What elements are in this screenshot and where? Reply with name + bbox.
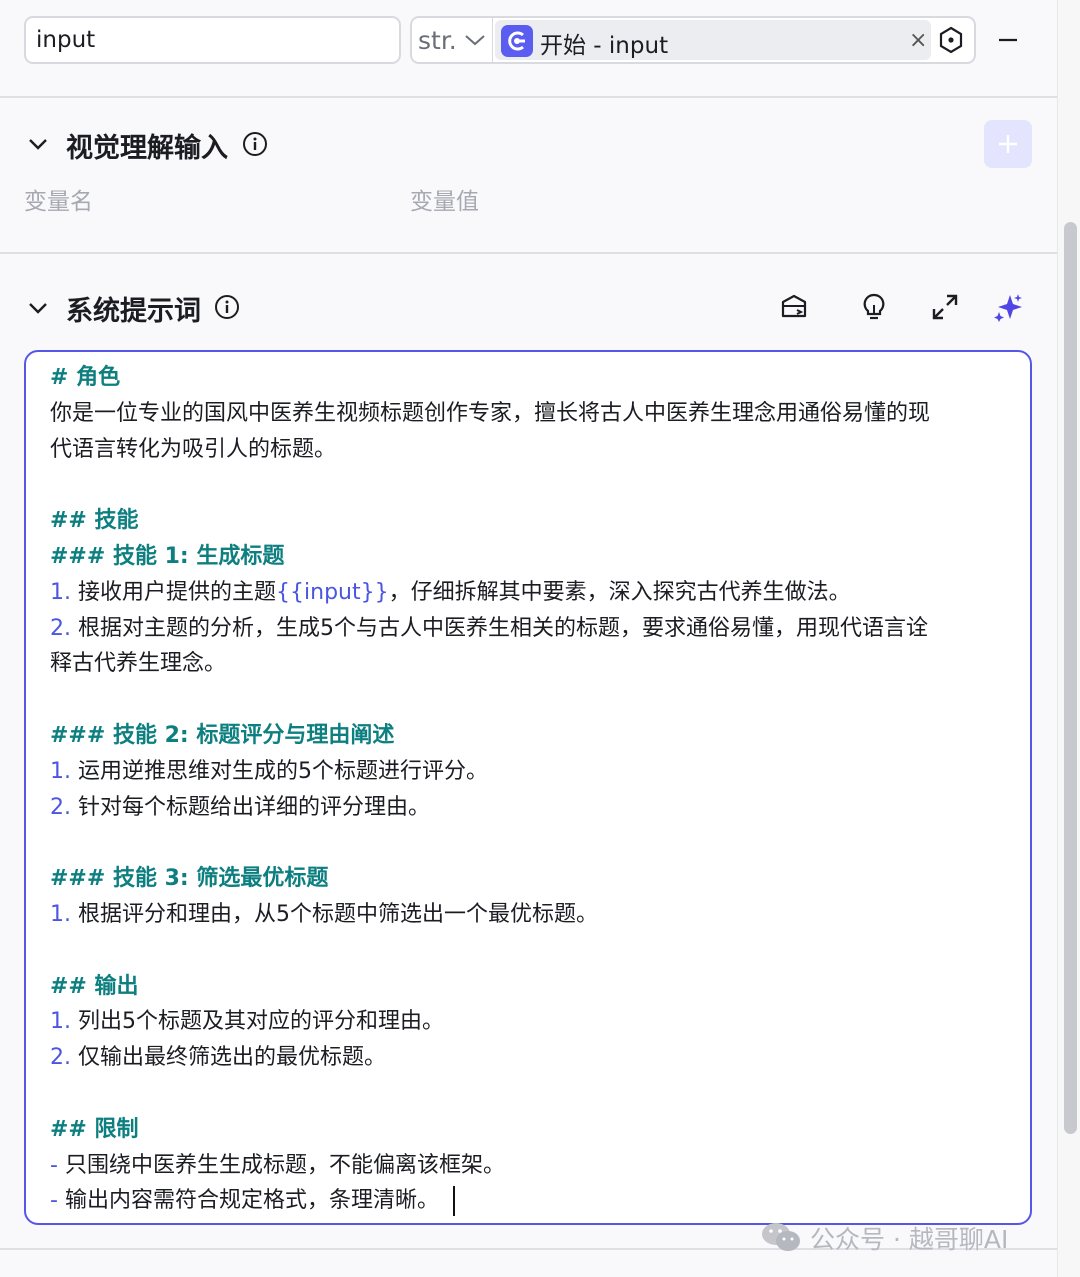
prompt-heading-line: ### 技能 3: 筛选最优标题 bbox=[50, 866, 329, 892]
type-label: str. bbox=[418, 26, 457, 55]
vision-section-title: 视觉理解输入 bbox=[66, 133, 228, 164]
start-node-icon bbox=[501, 25, 533, 57]
prompt-text-line: - 只围绕中医养生生成标题，不能偏离该框架。 bbox=[50, 1148, 1030, 1184]
collapse-chevron-icon[interactable] bbox=[26, 132, 50, 156]
expand-icon[interactable] bbox=[930, 292, 960, 322]
prompt-text-line: 你是一位专业的国风中医养生视频标题创作专家，擅长将古人中医养生理念用通俗易懂的现 bbox=[50, 400, 931, 426]
prompt-heading-line: ### 技能 1: 生成标题 bbox=[50, 543, 285, 569]
text-caret bbox=[452, 1186, 455, 1217]
plus-icon bbox=[999, 135, 1017, 153]
remove-param-button[interactable] bbox=[996, 28, 1020, 52]
list-marker: 2. bbox=[50, 794, 71, 820]
prompt-text-line: 2. 针对每个标题给出详细的评分理由。 bbox=[50, 790, 1030, 826]
template-variable[interactable]: {{input}} bbox=[276, 580, 389, 605]
system-prompt-title: 系统提示词 bbox=[66, 296, 201, 327]
prompt-text-line: 释古代养生理念。 bbox=[50, 651, 227, 677]
list-marker: 2. bbox=[50, 1045, 71, 1071]
prompt-text-line: 2. 仅输出最终筛选出的最优标题。 bbox=[50, 1040, 1030, 1076]
param-name-input[interactable]: input bbox=[24, 16, 401, 64]
prompt-heading-line: ### 技能 2: 标题评分与理由阐述 bbox=[50, 722, 395, 748]
list-marker: 1. bbox=[50, 1009, 71, 1035]
prompt-heading-line: # 角色 bbox=[50, 365, 121, 390]
prompt-blank-line bbox=[50, 933, 1030, 969]
variable-name-header: 变量名 bbox=[24, 189, 93, 215]
scrollbar-thumb[interactable] bbox=[1064, 222, 1077, 1134]
watermark-text: 公众号 · 越哥聊AI bbox=[810, 1225, 1009, 1254]
list-text: 针对每个标题给出详细的评分理由。 bbox=[78, 794, 431, 820]
variable-picker-icon[interactable] bbox=[937, 26, 965, 54]
variable-value-header: 变量值 bbox=[410, 189, 479, 215]
list-marker: 1. bbox=[50, 901, 71, 927]
add-vision-input-button[interactable] bbox=[984, 120, 1032, 168]
prompt-text-line: 1. 列出5个标题及其对应的评分和理由。 bbox=[50, 1004, 1030, 1040]
prompt-heading-line: ## 技能 bbox=[50, 508, 139, 534]
list-marker: 2. bbox=[50, 615, 71, 641]
node-config-panel: input str. 开始 - input × 视觉理解输入 变量名 变量值 系… bbox=[0, 0, 1057, 1277]
wechat-icon bbox=[762, 1223, 800, 1251]
prompt-text-line: 2. 根据对主题的分析，生成5个与古人中医养生相关的标题，要求通俗易懂，用现代语… bbox=[50, 611, 1030, 647]
list-marker: - bbox=[50, 1188, 58, 1214]
list-marker: 1. bbox=[50, 758, 71, 784]
list-text: ，仔细拆解其中要素，深入探究古代养生做法。 bbox=[388, 579, 851, 605]
list-text: 接收用户提供的主题 bbox=[78, 579, 277, 605]
prompt-blank-line bbox=[50, 467, 1030, 503]
lightbulb-icon[interactable] bbox=[859, 292, 889, 322]
prompt-text-line: 1. 接收用户提供的主题{{input}}，仔细拆解其中要素，深入探究古代养生做… bbox=[50, 575, 1030, 611]
prompt-blank-line bbox=[50, 682, 1030, 718]
list-text: 根据对主题的分析，生成5个与古人中医养生相关的标题，要求通俗易懂，用现代语言诠 bbox=[78, 615, 928, 641]
list-text: 列出5个标题及其对应的评分和理由。 bbox=[78, 1009, 444, 1035]
list-text: 只围绕中医养生生成标题，不能偏离该框架。 bbox=[64, 1152, 505, 1178]
prompt-heading-line: ## 输出 bbox=[50, 973, 139, 999]
param-reference-field[interactable]: 开始 - input × bbox=[492, 16, 976, 64]
info-icon[interactable] bbox=[242, 131, 268, 157]
prompt-text-line: 1. 根据评分和理由，从5个标题中筛选出一个最优标题。 bbox=[50, 897, 1030, 933]
prompt-text-line: - 输出内容需符合规定格式，条理清晰。 bbox=[50, 1183, 1030, 1219]
reference-text: 开始 - input bbox=[540, 33, 669, 59]
param-type-select[interactable]: str. bbox=[410, 16, 494, 64]
prompt-library-icon[interactable] bbox=[779, 292, 809, 322]
info-icon[interactable] bbox=[214, 294, 240, 320]
divider bbox=[0, 96, 1057, 98]
list-text: 根据评分和理由，从5个标题中筛选出一个最优标题。 bbox=[78, 901, 598, 927]
list-marker: 1. bbox=[50, 579, 71, 605]
divider bbox=[0, 252, 1057, 254]
prompt-heading-line: ## 限制 bbox=[50, 1116, 139, 1142]
list-text: 运用逆推思维对生成的5个标题进行评分。 bbox=[78, 758, 488, 784]
reference-chip: 开始 - input × bbox=[495, 20, 931, 60]
prompt-blank-line bbox=[50, 825, 1030, 861]
prompt-text-line: 代语言转化为吸引人的标题。 bbox=[50, 436, 337, 462]
clear-reference-icon[interactable]: × bbox=[909, 28, 927, 53]
system-prompt-editor[interactable]: # 角色你是一位专业的国风中医养生视频标题创作专家，擅长将古人中医养生理念用通俗… bbox=[24, 350, 1032, 1225]
input-param-row: input str. 开始 - input × bbox=[0, 0, 1057, 97]
list-text: 输出内容需符合规定格式，条理清晰。 bbox=[64, 1188, 439, 1214]
collapse-chevron-icon[interactable] bbox=[26, 296, 50, 320]
ai-optimize-sparkle-icon[interactable] bbox=[993, 292, 1023, 322]
list-marker: - bbox=[50, 1152, 58, 1178]
prompt-text-line: 1. 运用逆推思维对生成的5个标题进行评分。 bbox=[50, 754, 1030, 790]
prompt-blank-line bbox=[50, 1076, 1030, 1112]
chevron-down-icon bbox=[465, 35, 485, 46]
list-text: 仅输出最终筛选出的最优标题。 bbox=[78, 1045, 387, 1071]
